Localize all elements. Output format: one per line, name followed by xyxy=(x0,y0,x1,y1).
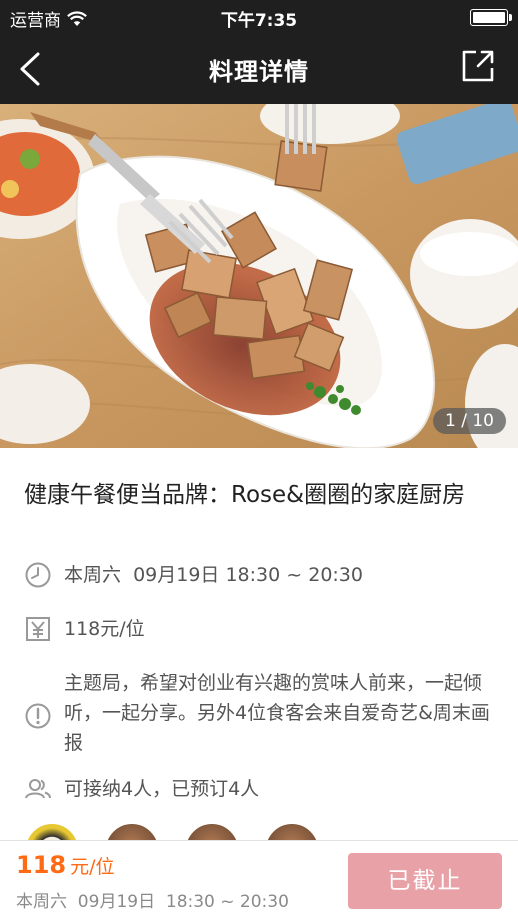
event-details: 健康午餐便当品牌：Rose&圈圈的家庭厨房 本周六 09月19日 18:30 ~… xyxy=(0,448,518,840)
nav-bar: 料理详情 xyxy=(0,34,518,104)
clock-icon xyxy=(25,562,51,588)
hero-carousel[interactable]: 1 / 10 xyxy=(0,104,518,448)
event-time-row: 本周六 09月19日 18:30 ~ 20:30 xyxy=(24,560,363,590)
image-pager-badge: 1 / 10 xyxy=(433,408,506,434)
bottom-price: 118 元/位 xyxy=(16,851,115,879)
avatar[interactable] xyxy=(24,822,80,840)
page-title: 料理详情 xyxy=(209,58,309,86)
event-price-text: 118元/位 xyxy=(64,618,145,640)
yen-icon xyxy=(26,617,50,641)
people-icon xyxy=(25,779,51,799)
event-description-row: 主题局，希望对创业有兴趣的赏味人前来，一起倾听，一起分享。另外4位食客会来自爱奇… xyxy=(24,668,494,758)
info-icon xyxy=(25,703,51,729)
bottom-time-text: 本周六 09月19日 18:30 ~ 20:30 xyxy=(16,892,289,912)
avatar[interactable] xyxy=(184,822,240,840)
event-time-text: 本周六 09月19日 18:30 ~ 20:30 xyxy=(64,564,363,586)
food-photo xyxy=(0,104,518,448)
event-capacity-row: 可接纳4人，已预订4人 xyxy=(24,774,259,804)
avatar[interactable] xyxy=(104,822,160,840)
share-external-icon[interactable] xyxy=(460,48,496,84)
bottom-bar: 118 元/位 本周六 09月19日 18:30 ~ 20:30 已截止 xyxy=(0,840,518,920)
avatar[interactable] xyxy=(264,822,320,840)
event-capacity-text: 可接纳4人，已预订4人 xyxy=(64,778,260,800)
event-title: 健康午餐便当品牌：Rose&圈圈的家庭厨房 xyxy=(24,482,466,508)
event-price-row: 118元/位 xyxy=(24,614,145,644)
closed-button[interactable]: 已截止 xyxy=(348,853,502,909)
status-bar: 运营商 下午7:35 xyxy=(0,0,518,34)
status-time: 下午7:35 xyxy=(220,11,298,31)
bottom-price-unit: 元/位 xyxy=(70,856,115,878)
event-description-text: 主题局，希望对创业有兴趣的赏味人前来，一起倾听，一起分享。另外4位食客会来自爱奇… xyxy=(64,672,490,754)
guest-avatar-list xyxy=(24,822,320,840)
bottom-price-value: 118 xyxy=(16,851,67,879)
battery-icon xyxy=(470,9,512,26)
